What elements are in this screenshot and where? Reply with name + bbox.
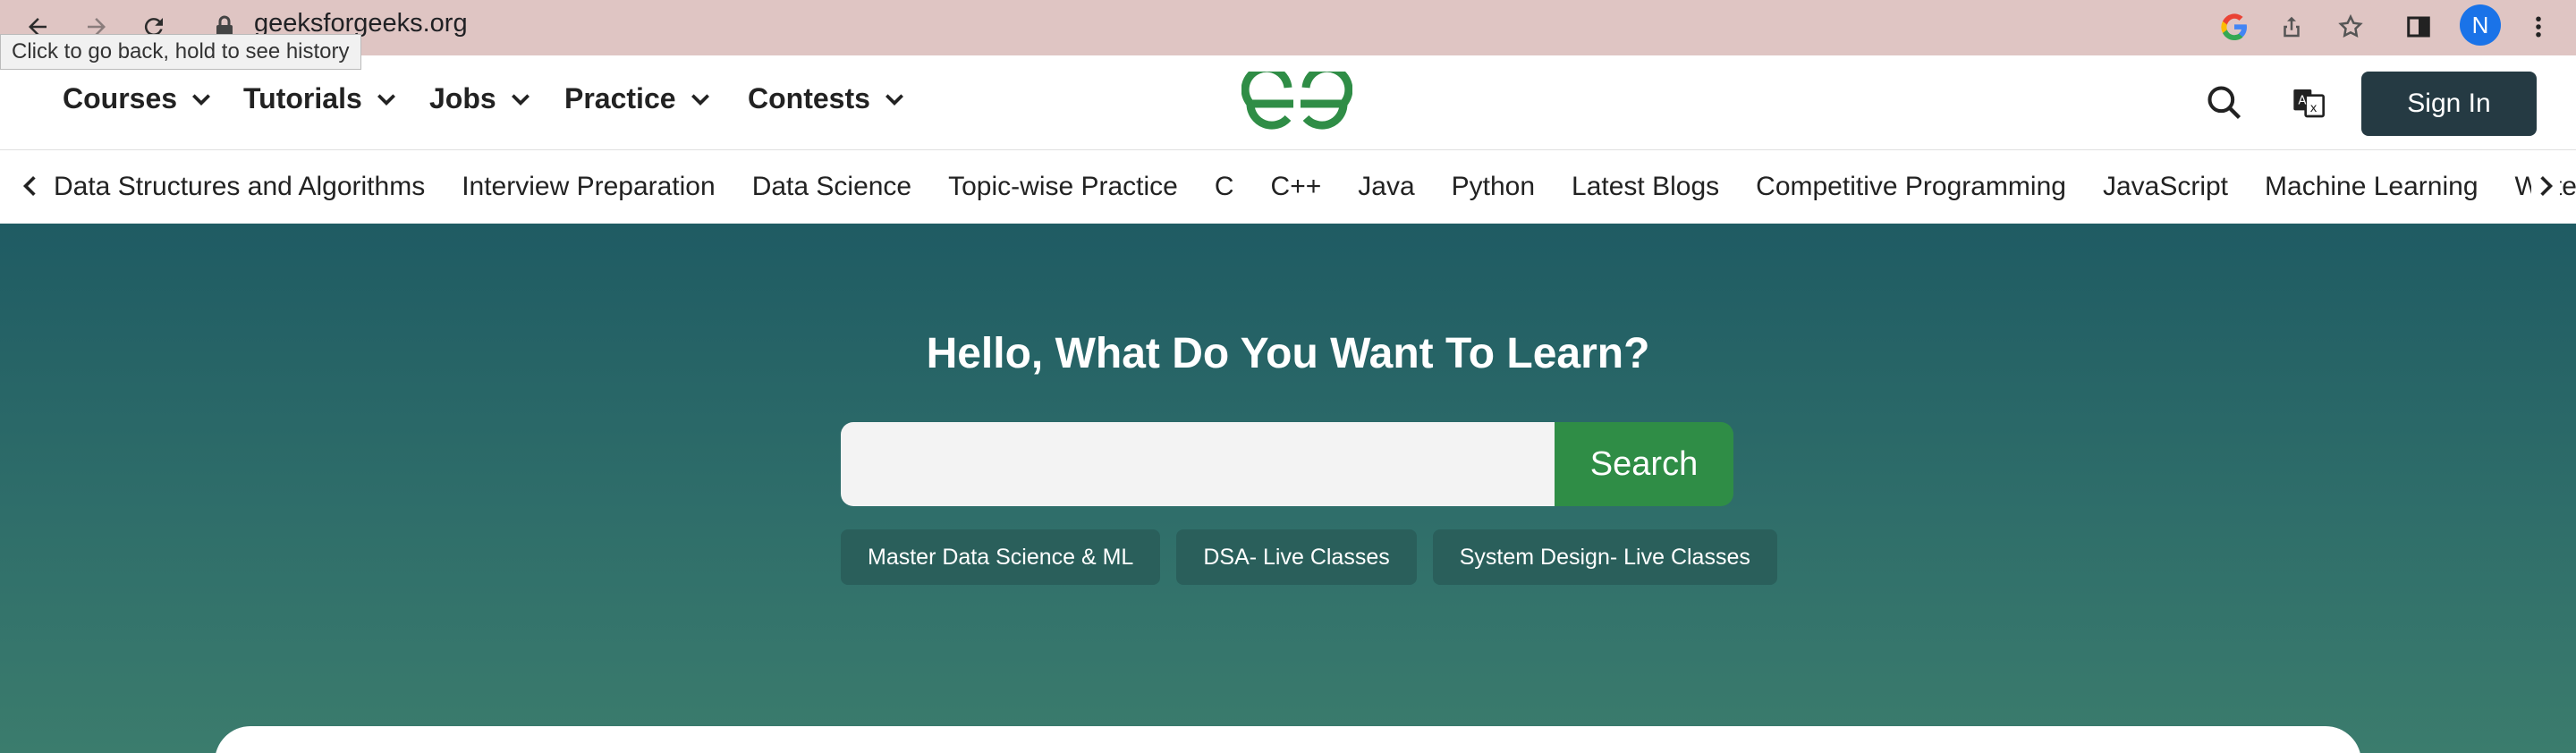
gfg-logo[interactable] bbox=[1241, 72, 1352, 134]
profile-avatar[interactable]: N bbox=[2460, 4, 2501, 46]
chevron-down-icon bbox=[511, 93, 530, 106]
chevron-right-icon[interactable] bbox=[2531, 168, 2560, 204]
sign-in-button[interactable]: Sign In bbox=[2361, 72, 2537, 136]
menu-practice[interactable]: Practice bbox=[564, 82, 712, 115]
menu-contests[interactable]: Contests bbox=[748, 82, 906, 115]
menu-label: Practice bbox=[564, 82, 676, 114]
category-python[interactable]: Python bbox=[1452, 172, 1535, 202]
menu-tutorials[interactable]: Tutorials bbox=[243, 82, 398, 115]
menu-courses[interactable]: Courses bbox=[63, 82, 213, 115]
search-input[interactable] bbox=[841, 422, 1555, 506]
side-panel-icon[interactable] bbox=[2399, 7, 2438, 47]
quick-links: Master Data Science & ML DSA- Live Class… bbox=[841, 529, 1777, 585]
hero-title: Hello, What Do You Want To Learn? bbox=[926, 330, 1650, 377]
category-competitive-programming[interactable]: Competitive Programming bbox=[1756, 172, 2066, 202]
share-icon[interactable] bbox=[2272, 7, 2311, 47]
category-c[interactable]: C bbox=[1215, 172, 1234, 202]
menu-label: Tutorials bbox=[243, 82, 362, 114]
content-card bbox=[215, 726, 2361, 753]
svg-text:x: x bbox=[2310, 102, 2318, 115]
category-cpp[interactable]: C++ bbox=[1271, 172, 1322, 202]
site-header: Courses Tutorials Jobs Practice Contests… bbox=[0, 55, 2576, 150]
hero-section: Hello, What Do You Want To Learn? Search… bbox=[0, 224, 2576, 753]
browser-toolbar: geeksforgeeks.org N bbox=[0, 0, 2576, 55]
chevron-left-icon[interactable] bbox=[16, 168, 45, 204]
category-list: Data Structures and Algorithms Interview… bbox=[54, 150, 2576, 224]
category-java[interactable]: Java bbox=[1358, 172, 1414, 202]
search-button[interactable]: Search bbox=[1555, 422, 1733, 506]
svg-text:A: A bbox=[2298, 95, 2306, 108]
category-javascript[interactable]: JavaScript bbox=[2103, 172, 2228, 202]
category-machine-learning[interactable]: Machine Learning bbox=[2265, 172, 2479, 202]
category-topic-wise-practice[interactable]: Topic-wise Practice bbox=[948, 172, 1178, 202]
menu-label: Contests bbox=[748, 82, 870, 114]
chevron-down-icon bbox=[885, 93, 903, 106]
back-button-tooltip: Click to go back, hold to see history bbox=[0, 34, 361, 70]
chevron-down-icon bbox=[377, 93, 395, 106]
bookmark-star-icon[interactable] bbox=[2331, 7, 2370, 47]
chevron-down-icon bbox=[691, 93, 709, 106]
category-latest-blogs[interactable]: Latest Blogs bbox=[1572, 172, 1719, 202]
menu-jobs[interactable]: Jobs bbox=[429, 82, 532, 115]
google-icon[interactable] bbox=[2215, 7, 2254, 47]
menu-label: Jobs bbox=[429, 82, 496, 114]
category-data-science[interactable]: Data Science bbox=[752, 172, 911, 202]
chip-system-design-live-classes[interactable]: System Design- Live Classes bbox=[1432, 529, 1777, 585]
translate-icon[interactable]: Ax bbox=[2286, 80, 2331, 125]
chevron-down-icon bbox=[192, 93, 211, 106]
search-icon[interactable] bbox=[2202, 80, 2247, 125]
chip-master-data-science-ml[interactable]: Master Data Science & ML bbox=[841, 529, 1161, 585]
hero-search: Search bbox=[841, 422, 1733, 506]
category-interview-preparation[interactable]: Interview Preparation bbox=[462, 172, 715, 202]
chip-dsa-live-classes[interactable]: DSA- Live Classes bbox=[1176, 529, 1417, 585]
category-strip: Data Structures and Algorithms Interview… bbox=[0, 150, 2576, 224]
category-dsa[interactable]: Data Structures and Algorithms bbox=[54, 172, 425, 202]
menu-label: Courses bbox=[63, 82, 178, 114]
kebab-menu-icon[interactable] bbox=[2519, 7, 2558, 47]
